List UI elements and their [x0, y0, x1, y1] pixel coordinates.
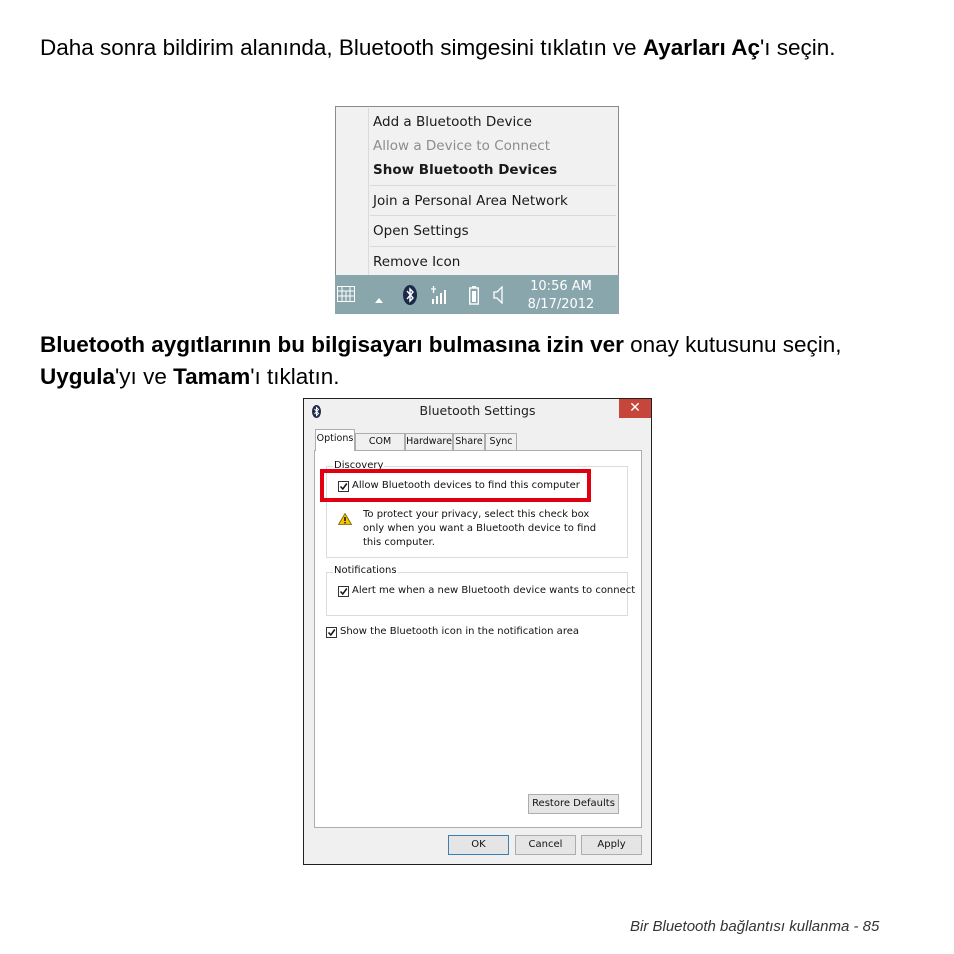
menu-separator — [370, 246, 616, 247]
instruction-bold-apply: Uygula — [40, 364, 116, 389]
menu-separator — [370, 215, 616, 216]
privacy-warning-text: To protect your privacy, select this che… — [363, 509, 597, 548]
tab-hardware[interactable]: Hardware — [405, 433, 453, 450]
instruction-text: 'ı seçin. — [759, 35, 836, 60]
instruction-text: 'ı tıklatın. — [250, 364, 340, 389]
taskbar: 10:56 AM 8/17/2012 — [335, 275, 619, 314]
tab-com-ports[interactable]: COM Ports — [355, 433, 405, 462]
network-signal-icon[interactable] — [430, 285, 448, 310]
warning-icon — [337, 510, 353, 529]
tab-options[interactable]: Options — [315, 429, 355, 451]
battery-icon[interactable] — [468, 286, 480, 310]
alert-new-device-label[interactable]: Alert me when a new Bluetooth device wan… — [352, 585, 635, 596]
clock-date: 8/17/2012 — [527, 297, 595, 312]
instruction-text: 'yı ve — [115, 364, 174, 389]
menu-item-open-settings[interactable]: Open Settings — [373, 223, 469, 239]
cancel-button[interactable]: Cancel — [515, 835, 576, 855]
options-tab-panel: Discovery Allow Bluetooth devices to fin… — [314, 450, 642, 828]
highlight-box — [320, 469, 591, 502]
instruction-bold-open-settings: Ayarları Aç — [642, 35, 760, 60]
ok-button[interactable]: OK — [448, 835, 509, 855]
page-footer: Bir Bluetooth bağlantısı kullanma - 85 — [630, 918, 880, 935]
clock-time: 10:56 AM — [530, 279, 592, 294]
menu-item-remove-icon[interactable]: Remove Icon — [373, 254, 460, 270]
close-button[interactable]: ✕ — [619, 399, 651, 418]
menu-item-allow-device-to-connect: Allow a Device to Connect — [373, 138, 551, 154]
show-icon-checkbox[interactable] — [326, 627, 337, 638]
instruction-bold-allow-devices: Bluetooth aygıtlarının bu bilgisayarı bu… — [40, 332, 624, 357]
keyboard-icon[interactable] — [337, 286, 355, 307]
volume-icon[interactable] — [493, 285, 505, 309]
instruction-paragraph-1: Daha sonra bildirim alanında, Bluetooth … — [40, 32, 920, 64]
instruction-bold-ok: Tamam — [173, 364, 251, 389]
bluetooth-icon[interactable] — [403, 285, 417, 310]
menu-item-join-personal-area-network[interactable]: Join a Personal Area Network — [373, 193, 568, 209]
apply-button[interactable]: Apply — [581, 835, 642, 855]
dialog-title: Bluetooth Settings — [419, 403, 536, 418]
menu-separator — [370, 185, 616, 186]
close-icon: ✕ — [629, 400, 641, 416]
instruction-text: Daha sonra bildirim alanında, Bluetooth … — [40, 35, 643, 60]
context-menu: Add a Bluetooth Device Allow a Device to… — [335, 106, 619, 275]
show-icon-label[interactable]: Show the Bluetooth icon in the notificat… — [340, 626, 579, 637]
show-hidden-icons-arrow-icon[interactable] — [374, 291, 384, 309]
menu-gutter — [368, 108, 369, 275]
menu-item-show-bluetooth-devices[interactable]: Show Bluetooth Devices — [373, 162, 557, 178]
taskbar-clock[interactable]: 10:56 AM 8/17/2012 — [521, 278, 601, 314]
tab-share[interactable]: Share — [453, 433, 485, 450]
tab-sync[interactable]: Sync — [485, 433, 517, 450]
instruction-paragraph-2: Bluetooth aygıtlarının bu bilgisayarı bu… — [40, 329, 920, 393]
restore-defaults-button[interactable]: Restore Defaults — [528, 794, 619, 814]
notifications-legend: Notifications — [333, 565, 398, 576]
alert-new-device-checkbox[interactable] — [338, 586, 349, 597]
instruction-text: onay kutusunu seçin, — [623, 332, 842, 357]
menu-item-add-bluetooth-device[interactable]: Add a Bluetooth Device — [373, 114, 532, 130]
bluetooth-context-menu-screenshot: Add a Bluetooth Device Allow a Device to… — [335, 106, 619, 314]
